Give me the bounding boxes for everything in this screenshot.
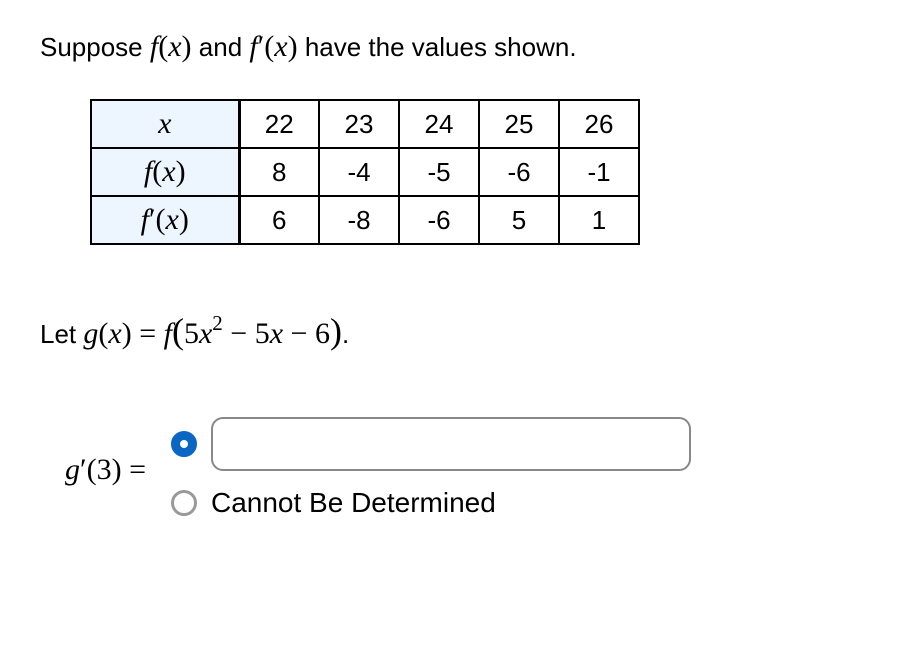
prompt-suffix: have the values shown.	[298, 32, 577, 62]
cell: 23	[319, 100, 399, 148]
cell: 1	[559, 196, 639, 244]
row-header-fx: f(x)	[91, 148, 239, 196]
cell: 24	[399, 100, 479, 148]
prompt-mid: and	[192, 32, 250, 62]
answer-input[interactable]	[211, 417, 691, 471]
cannot-label[interactable]: Cannot Be Determined	[211, 487, 496, 519]
table-row: x 22 23 24 25 26	[91, 100, 639, 148]
radio-cannot[interactable]	[171, 490, 197, 516]
prompt-prefix: Suppose	[40, 32, 150, 62]
let-period: .	[342, 319, 349, 349]
prompt-line: Suppose f(x) and f′(x) have the values s…	[40, 30, 874, 64]
radio-value[interactable]	[171, 431, 197, 457]
answer-row: g′(3) = Cannot Be Determined	[65, 417, 874, 519]
answer-options: Cannot Be Determined	[171, 417, 691, 519]
cell: -5	[399, 148, 479, 196]
option-value-row	[171, 417, 691, 471]
let-prefix: Let	[40, 319, 83, 349]
row-header-fprimex: f′(x)	[91, 196, 239, 244]
cell: 5	[479, 196, 559, 244]
cell: -6	[399, 196, 479, 244]
answer-label: g′(3) =	[65, 450, 146, 487]
values-table: x 22 23 24 25 26 f(x) 8 -4 -5 -6 -1 f′(x…	[90, 99, 640, 245]
cell: -8	[319, 196, 399, 244]
fprimex-symbol: f′(x)	[249, 30, 297, 63]
cell: 6	[239, 196, 319, 244]
rhs-expr: f(5x2 − 5x − 6)	[164, 317, 342, 350]
cell: 26	[559, 100, 639, 148]
row-header-x: x	[91, 100, 239, 148]
equals: =	[132, 317, 164, 350]
option-cannot-row: Cannot Be Determined	[171, 487, 691, 519]
table-row: f(x) 8 -4 -5 -6 -1	[91, 148, 639, 196]
gx-symbol: g(x)	[83, 317, 131, 350]
fx-symbol: f(x)	[150, 30, 192, 63]
cell: 25	[479, 100, 559, 148]
table-row: f′(x) 6 -8 -6 5 1	[91, 196, 639, 244]
let-line: Let g(x) = f(5x2 − 5x − 6).	[40, 310, 874, 352]
cell: -6	[479, 148, 559, 196]
values-table-wrap: x 22 23 24 25 26 f(x) 8 -4 -5 -6 -1 f′(x…	[90, 99, 874, 245]
cell: -1	[559, 148, 639, 196]
cell: 22	[239, 100, 319, 148]
cell: -4	[319, 148, 399, 196]
cell: 8	[239, 148, 319, 196]
